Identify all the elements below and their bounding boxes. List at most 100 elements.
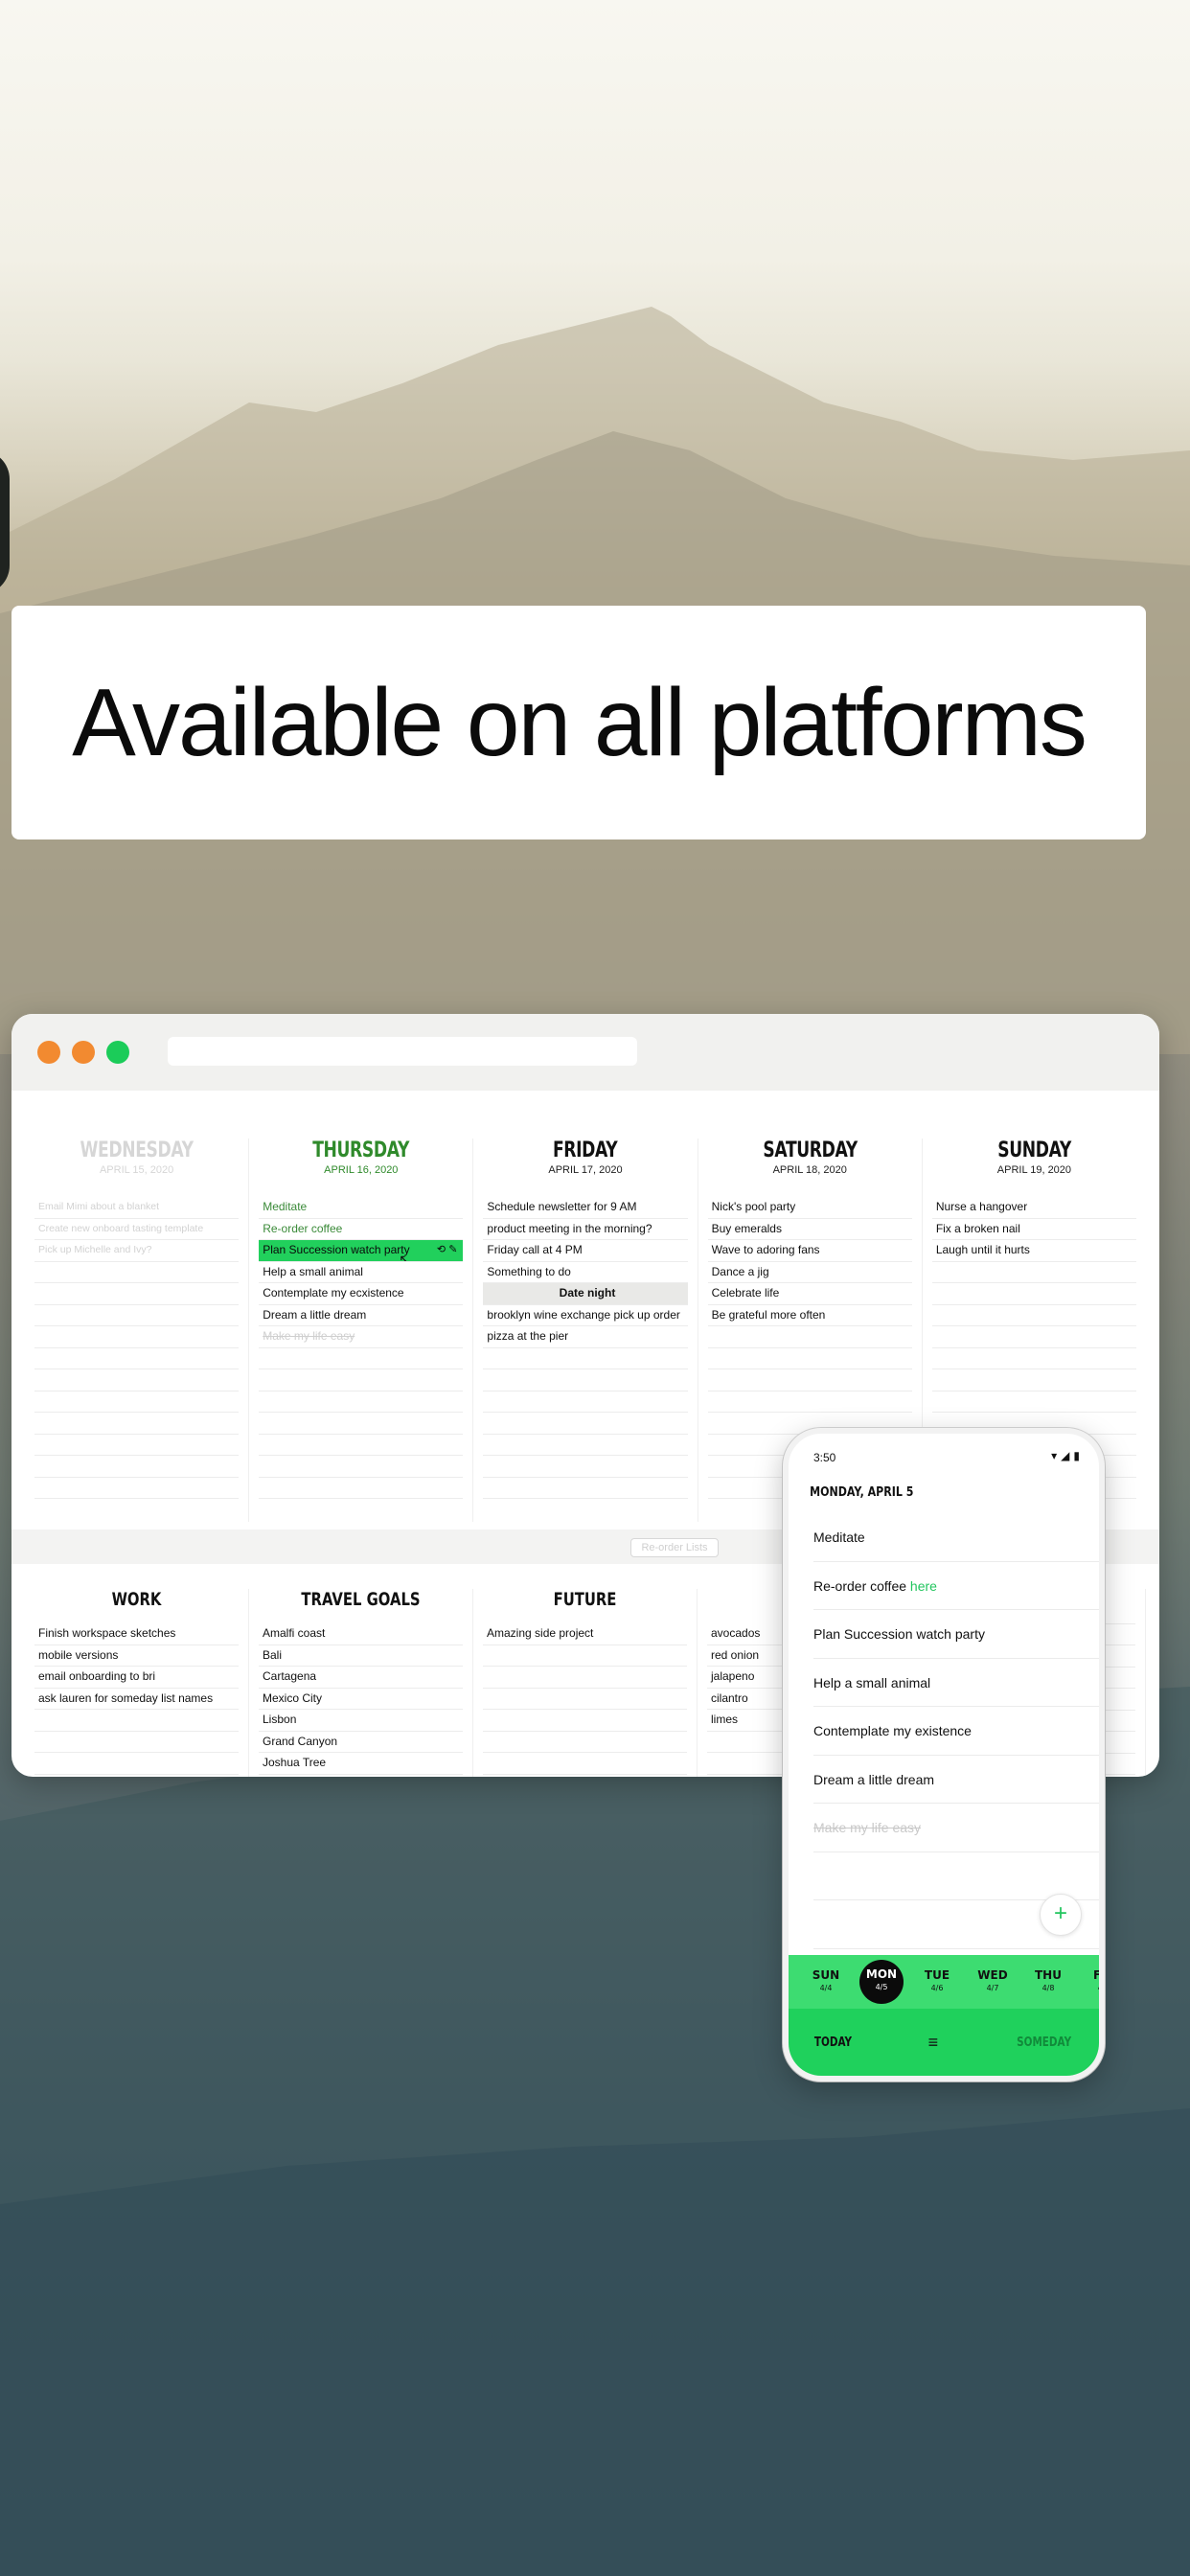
task-row[interactable]: Friday call at 4 PM xyxy=(483,1240,688,1262)
address-bar[interactable] xyxy=(168,1037,637,1066)
empty-task-row[interactable] xyxy=(707,1348,912,1369)
empty-list-row[interactable] xyxy=(34,1710,239,1732)
phone-task-row[interactable]: Dream a little dream xyxy=(813,1756,1099,1804)
task-row[interactable]: Be grateful more often xyxy=(707,1305,912,1326)
empty-list-row[interactable] xyxy=(483,1645,687,1667)
empty-task-row[interactable] xyxy=(34,1283,240,1305)
empty-task-row[interactable] xyxy=(34,1413,240,1435)
day-chip-mon[interactable]: MON 4/5 xyxy=(859,1960,904,2004)
add-task-button[interactable]: + xyxy=(1040,1894,1082,1936)
empty-task-row[interactable] xyxy=(259,1435,464,1456)
empty-task-row[interactable] xyxy=(259,1369,464,1392)
menu-icon[interactable]: ≡ xyxy=(928,2033,939,2053)
empty-task-row[interactable] xyxy=(34,1348,240,1369)
list-item[interactable]: Lisbon xyxy=(259,1710,463,1732)
tab-someday[interactable]: SOMEDAY xyxy=(1017,2036,1071,2050)
empty-task-row[interactable] xyxy=(483,1369,688,1392)
task-row[interactable]: Contemplate my ecxistence xyxy=(259,1283,464,1305)
empty-list-row[interactable] xyxy=(34,1732,239,1753)
empty-task-row[interactable] xyxy=(259,1478,464,1499)
empty-task-row[interactable] xyxy=(707,1392,912,1413)
phone-task-row[interactable]: Re-order coffee here xyxy=(813,1562,1099,1610)
task-row[interactable]: product meeting in the morning? xyxy=(483,1219,688,1240)
empty-task-row[interactable] xyxy=(483,1413,688,1435)
task-row[interactable]: Make my life easy xyxy=(259,1326,464,1348)
day-chip-wed[interactable]: WED 4/7 xyxy=(965,1969,1020,1994)
list-item[interactable]: Joshua Tree xyxy=(259,1753,463,1775)
task-row[interactable]: Create new onboard tasting template xyxy=(34,1219,240,1240)
task-row[interactable]: Email Mimi about a blanket xyxy=(34,1197,240,1219)
task-row[interactable]: Dream a little dream xyxy=(259,1305,464,1326)
empty-task-row[interactable] xyxy=(931,1392,1137,1413)
empty-task-row[interactable] xyxy=(483,1456,688,1478)
task-row[interactable]: Nurse a hangover xyxy=(931,1197,1137,1219)
empty-task-row[interactable] xyxy=(34,1478,240,1499)
task-row[interactable]: Fix a broken nail xyxy=(931,1219,1137,1240)
empty-task-row[interactable] xyxy=(259,1348,464,1369)
list-item[interactable]: mobile versions xyxy=(34,1645,239,1667)
empty-list-row[interactable] xyxy=(483,1667,687,1689)
task-link[interactable]: here xyxy=(910,1578,937,1594)
list-item[interactable]: Finish workspace sketches xyxy=(34,1623,239,1645)
window-maximize-button[interactable] xyxy=(106,1041,129,1064)
task-row[interactable]: brooklyn wine exchange pick up order xyxy=(483,1305,688,1326)
phone-task-row[interactable]: Contemplate my existence xyxy=(813,1707,1099,1756)
empty-list-row[interactable] xyxy=(483,1732,687,1753)
window-minimize-button[interactable] xyxy=(72,1041,95,1064)
empty-task-row[interactable] xyxy=(259,1456,464,1478)
list-item[interactable]: Amazing side project xyxy=(483,1623,687,1645)
phone-task-row[interactable]: Plan Succession watch party xyxy=(813,1610,1099,1659)
list-item[interactable]: Bali xyxy=(259,1645,463,1667)
empty-task-row[interactable] xyxy=(931,1348,1137,1369)
empty-list-row[interactable] xyxy=(483,1689,687,1710)
list-item[interactable]: Cartagena xyxy=(259,1667,463,1689)
task-row[interactable]: Celebrate life xyxy=(707,1283,912,1305)
empty-task-row[interactable] xyxy=(34,1369,240,1392)
empty-task-row[interactable] xyxy=(34,1435,240,1456)
list-item[interactable]: Mexico City xyxy=(259,1689,463,1710)
empty-task-row[interactable] xyxy=(931,1283,1137,1305)
empty-task-row[interactable] xyxy=(34,1456,240,1478)
empty-list-row[interactable] xyxy=(259,1775,463,1778)
tab-today[interactable]: TODAY xyxy=(814,2036,852,2050)
day-chip-tue[interactable]: TUE 4/6 xyxy=(909,1969,965,1994)
empty-task-row[interactable] xyxy=(34,1326,240,1348)
list-item[interactable]: Amalfi coast xyxy=(259,1623,463,1645)
task-row[interactable]: Help a small animal xyxy=(259,1262,464,1283)
phone-task-row[interactable]: Meditate xyxy=(813,1513,1099,1562)
task-row[interactable]: Re-order coffee xyxy=(259,1219,464,1240)
task-row[interactable]: pizza at the pier xyxy=(483,1326,688,1348)
empty-task-row[interactable] xyxy=(34,1262,240,1283)
window-close-button[interactable] xyxy=(37,1041,60,1064)
empty-task-row[interactable] xyxy=(931,1305,1137,1326)
empty-task-row[interactable] xyxy=(483,1348,688,1369)
task-row[interactable]: Buy emeralds xyxy=(707,1219,912,1240)
list-item[interactable]: Grand Canyon xyxy=(259,1732,463,1753)
empty-task-row[interactable] xyxy=(483,1392,688,1413)
empty-task-row[interactable] xyxy=(707,1326,912,1348)
empty-list-row[interactable] xyxy=(483,1710,687,1732)
list-item[interactable]: email onboarding to bri xyxy=(34,1667,239,1689)
empty-task-row[interactable] xyxy=(259,1413,464,1435)
reorder-lists-button[interactable]: Re-order Lists xyxy=(630,1538,719,1557)
empty-task-row[interactable] xyxy=(483,1478,688,1499)
task-row[interactable]: Wave to adoring fans xyxy=(707,1240,912,1262)
empty-task-row[interactable] xyxy=(259,1392,464,1413)
empty-list-row[interactable] xyxy=(483,1775,687,1778)
day-chip-thu[interactable]: THU 4/8 xyxy=(1020,1969,1076,1994)
day-chip-fri[interactable]: FRI 4/9 xyxy=(1076,1969,1099,1994)
task-row[interactable]: Date night xyxy=(483,1283,688,1305)
empty-list-row[interactable] xyxy=(483,1753,687,1775)
phone-task-row[interactable]: Make my life easy xyxy=(813,1804,1099,1852)
repeat-icon[interactable]: ⟲ xyxy=(437,1244,448,1255)
task-row[interactable]: Laugh until it hurts xyxy=(931,1240,1137,1262)
empty-task-row[interactable] xyxy=(707,1369,912,1392)
task-row[interactable]: Pick up Michelle and Ivy? xyxy=(34,1240,240,1262)
empty-task-row[interactable] xyxy=(34,1392,240,1413)
empty-task-row[interactable] xyxy=(931,1326,1137,1348)
task-row[interactable]: Something to do xyxy=(483,1262,688,1283)
phone-task-row[interactable]: Help a small animal xyxy=(813,1659,1099,1707)
empty-task-row[interactable] xyxy=(34,1305,240,1326)
empty-list-row[interactable] xyxy=(34,1753,239,1775)
empty-list-row[interactable] xyxy=(34,1775,239,1778)
